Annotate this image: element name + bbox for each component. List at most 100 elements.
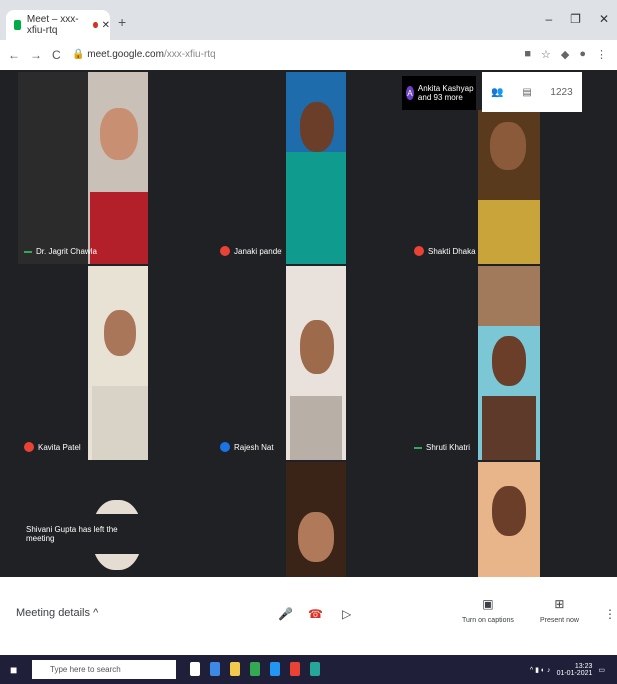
taskbar-app-icons	[190, 662, 320, 676]
participant-tile[interactable]	[152, 462, 282, 577]
participant-shirt	[482, 396, 536, 460]
captions-button[interactable]: ▣ Turn on captions	[462, 597, 514, 624]
more-options-icon[interactable]: ⋮	[604, 607, 616, 621]
url-field[interactable]: 🔒 meet.google.com/xxx-xfiu-rtq	[72, 46, 492, 64]
meet-favicon-icon	[14, 20, 21, 30]
present-now-button[interactable]: ⊞ Present now	[540, 597, 579, 624]
camera-icon[interactable]: ■	[524, 48, 531, 61]
menu-icon[interactable]: ⋮	[596, 48, 607, 61]
extensions-area: ■ ☆ ◆ ● ⋮	[524, 48, 607, 61]
participant-shirt	[290, 396, 342, 460]
participant-name: Rajesh Nat	[234, 442, 274, 452]
mic-off-icon	[24, 442, 34, 452]
notification-icon[interactable]: ▭	[598, 666, 605, 674]
participant-face	[300, 102, 334, 152]
taskbar-search-input[interactable]: Type here to search	[32, 660, 176, 679]
forward-button[interactable]: →	[30, 48, 42, 62]
browser-tab-bar: Meet – xxx-xfiu-rtq ✕ + – ❐ ✕	[0, 0, 617, 40]
participant-tile[interactable]: Rajesh Nat	[152, 266, 282, 460]
meeting-details-button[interactable]: Meeting details ^	[16, 607, 98, 619]
participant-tile[interactable]	[286, 72, 346, 264]
camera-button[interactable]: ▷	[342, 607, 351, 621]
left-meeting-toast: Shivani Gupta has left the meeting	[16, 514, 146, 554]
captions-icon: ▣	[482, 597, 494, 611]
participant-name: Janaki pandey	[234, 246, 282, 256]
participant-name: Kavita Patel	[38, 442, 81, 452]
participant-face	[100, 108, 138, 160]
profile-icon[interactable]: ●	[579, 48, 586, 61]
mic-on-icon	[414, 446, 422, 449]
participant-shirt	[90, 192, 148, 264]
windows-taskbar: ■ Type here to search ^ ▮ ◐ ♪ 13:23 01-01…	[0, 655, 617, 684]
participant-tile[interactable]: Janaki pandey	[152, 72, 282, 264]
meeting-controls-bar: Meeting details ^ 🎤 ☎ ▷ ▣ Turn on captio…	[0, 577, 617, 655]
participant-face	[104, 310, 136, 356]
mic-active-icon	[220, 442, 230, 452]
participant-tile[interactable]: Kavita Patel	[18, 266, 148, 460]
app-icon[interactable]	[310, 662, 320, 676]
participant-tile[interactable]: Dr. Jagrit Chawla	[18, 72, 148, 264]
maximize-button[interactable]: ❐	[570, 12, 581, 26]
participant-shirt	[478, 200, 540, 264]
mic-button[interactable]: 🎤	[278, 607, 293, 621]
address-bar-row: ← → C 🔒 meet.google.com/xxx-xfiu-rtq ■ ☆…	[0, 40, 617, 71]
participant-face	[490, 122, 526, 170]
reload-button[interactable]: C	[52, 48, 61, 62]
close-window-button[interactable]: ✕	[599, 12, 609, 26]
participants-summary-text: Ankita Kashyap and 93 more	[417, 84, 474, 102]
participant-tile[interactable]	[286, 462, 346, 577]
participant-tile[interactable]	[478, 110, 540, 264]
minimize-button[interactable]: –	[545, 12, 552, 26]
mic-on-icon	[24, 250, 32, 253]
window-controls: – ❐ ✕	[545, 12, 609, 26]
mic-off-icon	[220, 246, 230, 256]
leave-call-button[interactable]: ☎	[308, 607, 323, 621]
participant-tile[interactable]: Shruti Khatri	[346, 266, 476, 460]
participant-tile[interactable]	[286, 266, 346, 460]
participant-name: Dr. Jagrit Chawla	[36, 247, 97, 256]
participant-face	[492, 336, 526, 386]
chevron-up-icon: ^	[93, 607, 99, 619]
chrome-icon[interactable]	[250, 662, 260, 676]
recording-dot-icon	[93, 22, 98, 28]
participant-name: Shruti Khatri	[426, 443, 471, 452]
participant-tile[interactable]	[544, 462, 606, 577]
present-icon: ⊞	[554, 597, 565, 611]
windows-start-icon[interactable]: ■	[10, 663, 17, 677]
participant-tile[interactable]	[544, 266, 606, 460]
url-host: meet.google.com	[87, 49, 164, 60]
participant-background	[478, 266, 540, 326]
participants-summary-card[interactable]: A Ankita Kashyap and 93 more	[402, 76, 476, 110]
star-icon[interactable]: ☆	[541, 48, 551, 61]
tab-close-icon[interactable]: ✕	[102, 20, 110, 31]
meet-tab[interactable]: Meet – xxx-xfiu-rtq ✕	[6, 10, 110, 40]
url-path: /xxx-xfiu-rtq	[163, 49, 216, 60]
edge-icon[interactable]	[210, 662, 220, 676]
nav-buttons: ← → C	[8, 48, 61, 62]
chat-icon[interactable]: ▤	[522, 87, 531, 98]
participant-face	[298, 512, 334, 562]
participant-face	[492, 486, 526, 536]
participant-tile[interactable]	[478, 266, 540, 460]
new-tab-button[interactable]: +	[118, 14, 126, 30]
meeting-top-icons: 👥 ▤ 1223	[482, 72, 582, 112]
participant-name: Shakti Dhakar	[428, 246, 476, 256]
participant-tile[interactable]	[478, 462, 540, 577]
meeting-grid: Dr. Jagrit Chawla Janaki pandey Shakti D…	[0, 70, 617, 577]
participant-shirt	[92, 386, 148, 460]
people-icon[interactable]: 👥	[491, 87, 503, 98]
store-icon[interactable]	[270, 662, 280, 676]
avatar: A	[406, 86, 414, 100]
task-view-icon[interactable]	[190, 662, 200, 676]
extension-icon[interactable]: ◆	[561, 48, 569, 61]
file-explorer-icon[interactable]	[230, 662, 240, 676]
participant-tile[interactable]	[346, 462, 476, 577]
lock-icon: 🔒	[72, 49, 88, 60]
system-tray: ^ ▮ ◐ ♪ 13:23 01-01-2021 ▭	[530, 663, 605, 677]
tab-title: Meet – xxx-xfiu-rtq	[26, 14, 79, 36]
back-button[interactable]: ←	[8, 48, 20, 62]
participant-tile[interactable]	[544, 110, 606, 264]
clock[interactable]: 13:23 01-01-2021	[557, 663, 593, 677]
app-icon[interactable]	[290, 662, 300, 676]
tray-icons[interactable]: ^ ▮ ◐ ♪	[530, 666, 551, 674]
